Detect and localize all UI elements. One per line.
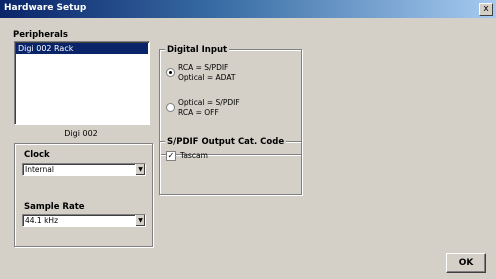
digital-input-radio-1[interactable] [166, 68, 175, 77]
tascam-checkbox[interactable]: ✓ [166, 151, 176, 161]
spdif-label: S/PDIF Output Cat. Code [165, 137, 287, 147]
sample-rate-value: 44.1 kHz [25, 216, 59, 225]
chevron-down-icon[interactable]: ▼ [135, 164, 145, 175]
sample-rate-select[interactable]: 44.1 kHz ▼ [22, 214, 146, 227]
spdif-group [159, 141, 302, 195]
digital-input-option-1-line1: RCA = S/PDIF [178, 63, 229, 72]
digital-input-option-2-line2: RCA = OFF [178, 108, 219, 117]
ok-button[interactable]: OK [446, 253, 486, 273]
close-button[interactable]: x [479, 3, 493, 16]
digital-input-option-1-line2: Optical = ADAT [178, 73, 236, 82]
chevron-down-icon[interactable]: ▼ [135, 215, 145, 226]
list-item[interactable]: Digi 002 Rack [16, 43, 148, 54]
digital-input-radio-2[interactable] [166, 103, 175, 112]
peripherals-list[interactable]: Digi 002 Rack [14, 41, 150, 125]
peripherals-label: Peripherals [13, 30, 68, 40]
tascam-label: Tascam [180, 151, 208, 160]
sample-rate-label: Sample Rate [24, 202, 85, 212]
clock-value: Internal [25, 165, 54, 174]
title-bar: Hardware Setup x [0, 0, 496, 18]
device-caption: Digi 002 [64, 129, 98, 138]
clock-label: Clock [24, 150, 50, 160]
digital-input-label: Digital Input [165, 45, 230, 55]
window-title: Hardware Setup [4, 3, 87, 13]
digital-input-option-2-line1: Optical = S/PDIF [178, 98, 240, 107]
clock-select[interactable]: Internal ▼ [22, 163, 146, 176]
